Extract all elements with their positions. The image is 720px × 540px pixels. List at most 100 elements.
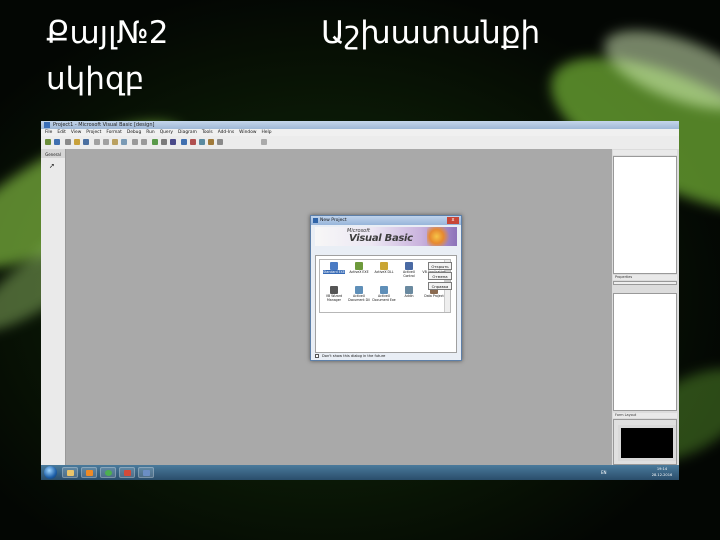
visual-basic-banner: Microsoft Visual Basic xyxy=(315,227,457,246)
paste-icon[interactable] xyxy=(112,139,118,145)
form-layout-icon[interactable] xyxy=(199,139,205,145)
menu-item[interactable]: Add-Ins xyxy=(218,130,234,135)
properties-grid xyxy=(613,293,677,411)
project-template-item[interactable]: ActiveX EXE xyxy=(347,262,371,275)
dialog-close-button[interactable]: x xyxy=(447,217,459,224)
redo-icon[interactable] xyxy=(141,139,147,145)
project-template-icon xyxy=(355,286,363,294)
open-button[interactable]: Открыть xyxy=(428,262,452,270)
project-template-item[interactable]: ActiveX DLL xyxy=(372,262,396,275)
menu-item[interactable]: File xyxy=(45,130,52,135)
banner-swirl-logo xyxy=(427,227,451,246)
project-explorer-header xyxy=(613,150,677,155)
menu-item[interactable]: Edit xyxy=(57,130,66,135)
project-template-label: ActiveX EXE xyxy=(349,270,369,274)
taskbar-visual-basic[interactable] xyxy=(138,467,154,478)
project-template-icon xyxy=(380,262,388,270)
dialog-title-bar: New Project x xyxy=(311,216,461,225)
language-indicator[interactable]: EN xyxy=(601,465,607,480)
project-explorer-icon[interactable] xyxy=(181,139,187,145)
cancel-button[interactable]: Отмена xyxy=(428,272,452,280)
menu-item[interactable]: Query xyxy=(160,130,173,135)
form-layout-header: Form Layout xyxy=(613,413,677,418)
slide-title: Քայլ№2 Աշխատանքի սկիզբ xyxy=(46,10,540,102)
start-button-icon[interactable] xyxy=(44,466,57,479)
add-project-icon[interactable] xyxy=(45,139,51,145)
menu-item[interactable]: Tools xyxy=(202,130,213,135)
menu-item[interactable]: Format xyxy=(106,130,121,135)
project-template-icon xyxy=(355,262,363,270)
project-template-item[interactable]: Addin xyxy=(397,286,421,299)
project-template-label: ActiveX DLL xyxy=(374,270,394,274)
taskbar-browser[interactable] xyxy=(119,467,135,478)
project-template-icon xyxy=(380,286,388,294)
project-explorer-pane xyxy=(613,156,677,274)
banner-visual-basic: Visual Basic xyxy=(349,233,413,244)
clock-date: 28.12.2016 xyxy=(651,472,673,477)
menu-editor-icon[interactable] xyxy=(65,139,71,145)
menu-item[interactable]: Debug xyxy=(127,130,141,135)
vb-title-bar: Project1 - Microsoft Visual Basic [desig… xyxy=(41,121,679,137)
end-icon[interactable] xyxy=(170,139,176,145)
dialog-title: New Project xyxy=(320,218,347,223)
menu-item[interactable]: Run xyxy=(146,130,154,135)
project-template-item[interactable]: ActiveX Document Exe xyxy=(372,286,396,302)
find-icon[interactable] xyxy=(121,139,127,145)
menu-item[interactable]: Project xyxy=(86,130,101,135)
position-readout-icon xyxy=(261,139,267,145)
add-form-icon[interactable] xyxy=(54,139,60,145)
project-template-item[interactable]: ActiveX Control xyxy=(397,262,421,278)
undo-icon[interactable] xyxy=(132,139,138,145)
object-browser-icon[interactable] xyxy=(208,139,214,145)
project-template-label: VB Wizard Manager xyxy=(325,294,343,302)
copy-icon[interactable] xyxy=(103,139,109,145)
taskbar-explorer[interactable] xyxy=(62,467,78,478)
menu-bar: File Edit View Project Format Debug Run Query Di… xyxy=(41,129,679,136)
properties-window-icon[interactable] xyxy=(190,139,196,145)
taskbar-media-player[interactable] xyxy=(81,467,97,478)
start-icon[interactable] xyxy=(152,139,158,145)
dialog-app-icon xyxy=(313,218,318,223)
menu-item[interactable]: View xyxy=(71,130,81,135)
menu-item[interactable]: Diagram xyxy=(178,130,197,135)
new-project-dialog: New Project x Microsoft Visual Basic New… xyxy=(310,215,462,361)
help-button[interactable]: Справка xyxy=(428,282,452,290)
properties-object-combo[interactable] xyxy=(613,281,677,285)
pointer-arrow-icon[interactable]: ➚ xyxy=(49,162,65,170)
project-template-icon xyxy=(405,286,413,294)
form-layout-monitor xyxy=(618,425,676,461)
project-template-label: Standard EXE xyxy=(323,270,345,274)
dialog-tab-panel: Standard EXE ActiveX EXE ActiveX DLL Active… xyxy=(315,255,457,353)
windows-taskbar: EN 19:14 28.12.2016 xyxy=(41,465,679,480)
dialog-tabs: NewExistingRecent xyxy=(315,248,376,265)
workspace-area: New Project x Microsoft Visual Basic New… xyxy=(66,149,612,465)
slide-title-step: Քայլ№2 xyxy=(46,15,169,51)
toolbox-icon[interactable] xyxy=(217,139,223,145)
properties-header: Properties xyxy=(613,275,677,280)
taskbar-chrome[interactable] xyxy=(100,467,116,478)
project-template-item[interactable]: VB Wizard Manager xyxy=(322,286,346,302)
project-template-label: ActiveX Document Exe xyxy=(372,294,396,302)
break-icon[interactable] xyxy=(161,139,167,145)
taskbar-clock[interactable]: 19:14 28.12.2016 xyxy=(646,467,678,478)
toolbox-header: General xyxy=(41,149,65,158)
project-template-icon xyxy=(330,262,338,270)
cut-icon[interactable] xyxy=(94,139,100,145)
project-template-label: Addin xyxy=(404,294,414,298)
project-template-label: ActiveX Control xyxy=(402,270,416,278)
toolbar xyxy=(41,136,679,150)
save-project-icon[interactable] xyxy=(83,139,89,145)
slide-title-line2: սկիզբ xyxy=(46,61,145,97)
properties-tabs: AlphabeticCategorized xyxy=(613,286,677,304)
dont-show-row: Don't show this dialog in the future xyxy=(315,354,385,359)
right-panes: Properties AlphabeticCategorized Form La… xyxy=(612,149,679,465)
vb-window-title: Project1 - Microsoft Visual Basic [desig… xyxy=(53,122,155,128)
dont-show-checkbox[interactable] xyxy=(315,354,319,358)
open-project-icon[interactable] xyxy=(74,139,80,145)
project-template-item[interactable]: Standard EXE xyxy=(322,262,346,275)
project-template-icon xyxy=(405,262,413,270)
menu-item[interactable]: Window xyxy=(239,130,256,135)
menu-item[interactable]: Help xyxy=(261,130,271,135)
project-template-icon xyxy=(330,286,338,294)
project-template-item[interactable]: ActiveX Document Dll xyxy=(347,286,371,302)
